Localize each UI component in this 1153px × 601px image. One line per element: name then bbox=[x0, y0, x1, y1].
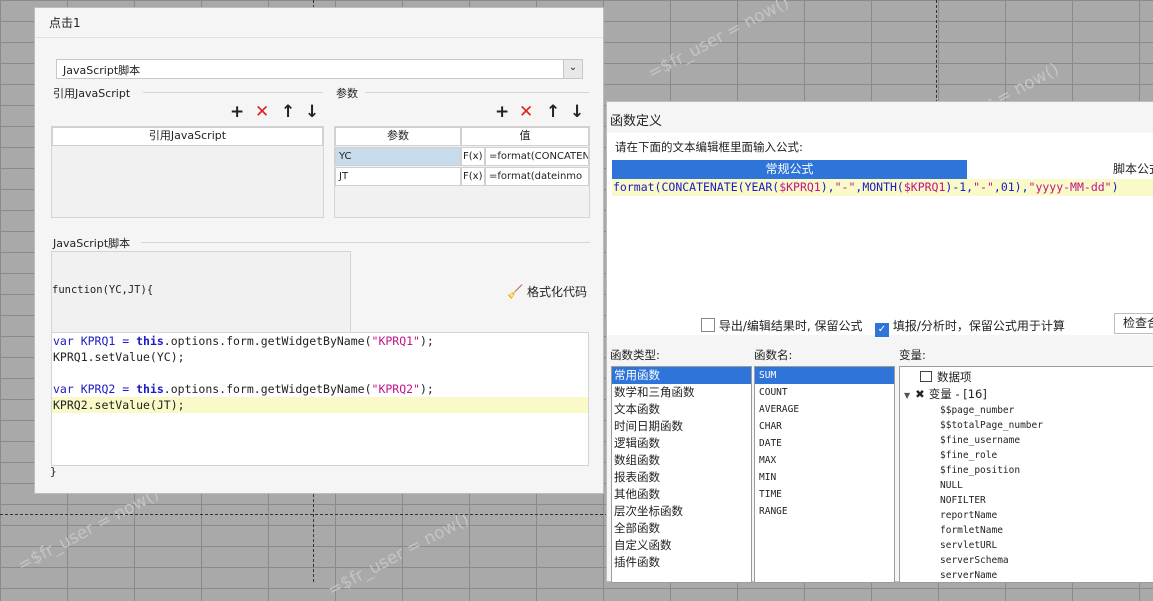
tree-item-data-items[interactable]: 数据项 bbox=[920, 369, 972, 385]
formula-icon[interactable]: F(x) bbox=[461, 147, 485, 166]
list-item[interactable]: 文本函数 bbox=[612, 401, 751, 418]
list-item[interactable]: $fine_username bbox=[940, 433, 1043, 448]
tab-script-formula[interactable]: 脚本公式 bbox=[967, 160, 1153, 179]
list-item[interactable]: MAX bbox=[755, 452, 894, 469]
code-line: KPRQ1.setValue(YC); bbox=[53, 350, 185, 364]
watermark: =$fr_user = now() bbox=[324, 509, 473, 601]
ref-js-section-label: 引用JavaScript bbox=[53, 87, 131, 100]
function-header-area: function(YC,JT){ bbox=[51, 251, 351, 333]
param-column-header: 参数 bbox=[335, 127, 461, 146]
check-validity-button[interactable]: 检查合法性 bbox=[1114, 313, 1153, 334]
list-item[interactable]: $fine_role bbox=[940, 448, 1043, 463]
list-item[interactable]: 数学和三角函数 bbox=[612, 384, 751, 401]
list-item[interactable]: formletName bbox=[940, 523, 1043, 538]
ref-js-column-header: 引用JavaScript bbox=[52, 127, 323, 146]
list-item[interactable]: serverSchema bbox=[940, 553, 1043, 568]
delete-icon[interactable]: ✕ bbox=[519, 104, 533, 121]
list-item[interactable]: SUM bbox=[755, 367, 894, 384]
move-up-icon[interactable]: ↑ bbox=[546, 104, 560, 121]
function-name-list[interactable]: SUM COUNT AVERAGE CHAR DATE MAX MIN TIME… bbox=[754, 366, 895, 583]
list-item[interactable]: 报表函数 bbox=[612, 469, 751, 486]
formula-editor[interactable]: format(CONCATENATE(YEAR($KPRQ1),"-",MONT… bbox=[612, 179, 1153, 303]
fill-keep-formula-checkbox[interactable]: ✓ bbox=[875, 323, 889, 337]
list-item[interactable]: RANGE bbox=[755, 503, 894, 520]
delete-icon[interactable]: ✕ bbox=[255, 104, 269, 121]
list-item[interactable]: $$page_number bbox=[940, 403, 1043, 418]
format-code-label: 格式化代码 bbox=[527, 285, 588, 299]
script-type-value: JavaScript脚本 bbox=[63, 64, 141, 77]
list-item[interactable]: NULL bbox=[940, 478, 1043, 493]
js-code-editor[interactable]: var KPRQ1 = this.options.form.getWidgetB… bbox=[51, 332, 589, 466]
tab-regular-formula[interactable]: 常规公式 bbox=[612, 160, 967, 179]
param-section-label: 参数 bbox=[336, 87, 358, 100]
code-line: var KPRQ2 = this.options.form.getWidgetB… bbox=[53, 382, 434, 396]
list-item[interactable]: $fine_position bbox=[940, 463, 1043, 478]
formula-instruction: 请在下面的文本编辑框里面输入公式: bbox=[615, 140, 803, 154]
list-item[interactable]: CHAR bbox=[755, 418, 894, 435]
export-keep-formula-option[interactable]: 导出/编辑结果时, 保留公式 bbox=[701, 317, 863, 334]
chevron-down-icon[interactable]: ⌄ bbox=[563, 60, 582, 78]
list-item[interactable]: NOFILTER bbox=[940, 493, 1043, 508]
function-signature: function(YC,JT){ bbox=[52, 284, 154, 296]
table-row-param-value[interactable]: =format(CONCATEN bbox=[485, 147, 589, 166]
list-item[interactable]: DATE bbox=[755, 435, 894, 452]
fill-keep-formula-option[interactable]: ✓ 填报/分析时，保留公式用于计算 bbox=[875, 317, 1065, 337]
code-line-current: KPRQ2.setValue(JT); bbox=[53, 398, 185, 412]
list-item[interactable]: 逻辑函数 bbox=[612, 435, 751, 452]
list-item[interactable]: 时间日期函数 bbox=[612, 418, 751, 435]
list-item[interactable]: TIME bbox=[755, 486, 894, 503]
move-down-icon[interactable]: ↓ bbox=[305, 104, 319, 121]
ref-js-table[interactable]: 引用JavaScript bbox=[51, 126, 324, 218]
format-code-button[interactable]: 🧹 格式化代码 bbox=[507, 283, 587, 300]
value-column-header: 值 bbox=[461, 127, 589, 146]
tree-item-variables[interactable]: ▼ ✖ 变量 - [16] bbox=[904, 386, 987, 402]
list-item[interactable]: 数组函数 bbox=[612, 452, 751, 469]
list-item[interactable]: servletURL bbox=[940, 538, 1043, 553]
move-up-icon[interactable]: ↑ bbox=[281, 104, 295, 121]
list-item[interactable]: 全部函数 bbox=[612, 520, 751, 537]
closing-brace: } bbox=[50, 465, 57, 478]
variable-group-icon: ✖ bbox=[915, 387, 925, 401]
function-category-label: 函数类型: bbox=[610, 348, 660, 362]
list-item[interactable]: 层次坐标函数 bbox=[612, 503, 751, 520]
variable-items: $$page_number $$totalPage_number $fine_u… bbox=[940, 403, 1043, 582]
param-table[interactable]: 参数 值 YC F(x) =format(CONCATEN JT F(x) =f… bbox=[334, 126, 590, 218]
variable-label: 变量: bbox=[899, 348, 926, 362]
watermark: =$fr_user = now() bbox=[14, 484, 163, 576]
add-icon[interactable]: + bbox=[495, 104, 509, 121]
watermark: =$fr_user = now() bbox=[644, 0, 793, 84]
table-row-param-name[interactable]: YC bbox=[335, 147, 461, 166]
formula-icon[interactable]: F(x) bbox=[461, 167, 485, 186]
list-item[interactable]: 自定义函数 bbox=[612, 537, 751, 554]
dialog-title: 点击1 bbox=[49, 16, 81, 30]
list-item[interactable]: COUNT bbox=[755, 384, 894, 401]
add-icon[interactable]: + bbox=[230, 104, 244, 121]
list-item[interactable]: $$totalPage_number bbox=[940, 418, 1043, 433]
list-item[interactable]: 插件函数 bbox=[612, 554, 751, 571]
table-icon bbox=[920, 371, 932, 382]
js-script-section-label: JavaScript脚本 bbox=[53, 237, 131, 250]
dialog-title: 函数定义 bbox=[610, 114, 663, 129]
list-item[interactable]: reportName bbox=[940, 508, 1043, 523]
list-item[interactable]: AVERAGE bbox=[755, 401, 894, 418]
list-item[interactable]: 其他函数 bbox=[612, 486, 751, 503]
list-item[interactable]: serverName bbox=[940, 568, 1043, 582]
move-down-icon[interactable]: ↓ bbox=[570, 104, 584, 121]
broom-icon: 🧹 bbox=[507, 285, 524, 300]
code-line: var KPRQ1 = this.options.form.getWidgetB… bbox=[53, 334, 434, 348]
list-item[interactable]: 常用函数 bbox=[612, 367, 751, 384]
variable-tree[interactable]: 数据项 ▼ ✖ 变量 - [16] $$page_number $$totalPag… bbox=[899, 366, 1153, 583]
click-event-dialog: 点击1 JavaScript脚本 ⌄ 引用JavaScript 参数 + ✕ ↑… bbox=[34, 7, 604, 494]
export-keep-formula-checkbox[interactable] bbox=[701, 318, 715, 332]
expand-chevron-icon[interactable]: ▼ bbox=[904, 391, 910, 400]
function-category-list[interactable]: 常用函数 数学和三角函数 文本函数 时间日期函数 逻辑函数 数组函数 报表函数 … bbox=[611, 366, 752, 583]
script-type-select[interactable]: JavaScript脚本 ⌄ bbox=[56, 59, 583, 79]
table-row-param-value[interactable]: =format(dateinmo bbox=[485, 167, 589, 186]
table-row-param-name[interactable]: JT bbox=[335, 167, 461, 186]
list-item[interactable]: MIN bbox=[755, 469, 894, 486]
function-definition-dialog: 函数定义 请在下面的文本编辑框里面输入公式: 常规公式 脚本公式 format(… bbox=[606, 101, 1153, 583]
function-name-label: 函数名: bbox=[754, 348, 793, 362]
